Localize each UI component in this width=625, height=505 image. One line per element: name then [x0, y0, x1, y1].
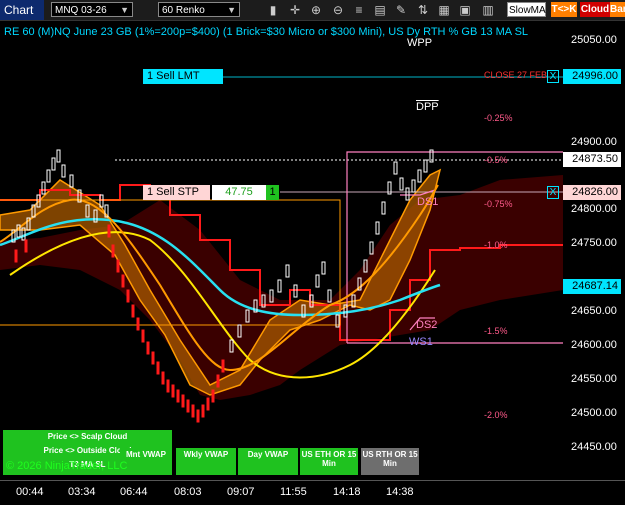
time-tick: 11:55 — [280, 486, 307, 498]
cancel-sell-stp-icon[interactable]: X — [547, 186, 559, 199]
chart-menu-button[interactable]: Chart — [0, 0, 44, 20]
chart-toolbar: Chart MNQ 03-26 ▼ 60 Renko ▼ ▮ ✛ ⊕ ⊖ ≡ ▤ ✎… — [0, 0, 625, 21]
day-vwap-button[interactable]: Day VWAP — [238, 448, 298, 475]
sell-lmt-order-tag[interactable]: 1 Sell LMT — [143, 69, 223, 84]
bars-icon[interactable]: ▮ — [265, 2, 281, 18]
ds1-label: DS1 — [417, 196, 439, 208]
time-tick: 06:44 — [120, 486, 148, 498]
time-tick: 09:07 — [227, 486, 255, 498]
price-tick: 24450.00 — [571, 441, 617, 453]
cancel-sell-lmt-icon[interactable]: X — [547, 70, 559, 83]
trade-icon[interactable]: ⇅ — [415, 2, 431, 18]
price-tick: 24550.00 — [571, 373, 617, 385]
tk-toggle-button[interactable]: T<>K — [551, 2, 577, 17]
copyright-text: © 2026 NinjaTrader, LLC — [6, 460, 128, 472]
timeframe-value: 60 Renko — [162, 5, 205, 16]
sell-stp-price-box: 24826.00 — [563, 185, 621, 200]
price-chart[interactable] — [0, 21, 563, 480]
chart-title: RE 60 (M)NQ June 23 GB (1%=200p=$400) (1… — [4, 26, 529, 38]
pencil-icon[interactable]: ✎ — [393, 2, 409, 18]
pct-label-05: -0.5% — [484, 155, 508, 165]
price-tick: 24750.00 — [571, 237, 617, 249]
cloud-toggle-button[interactable]: Cloud — [580, 2, 610, 17]
pct-label-025: -0.25% — [484, 113, 513, 123]
pct-label-10: -1.0% — [484, 240, 508, 250]
price-tick: 24600.00 — [571, 339, 617, 351]
sell-stp-order-tag[interactable]: 1 Sell STP — [143, 185, 210, 200]
price-tick: 24500.00 — [571, 407, 617, 419]
rth-or-button[interactable]: US RTH OR 15 Min — [361, 448, 419, 475]
last-price-box: 24873.50 — [563, 152, 621, 167]
chevron-down-icon: ▼ — [227, 5, 236, 15]
pct-label-20: -2.0% — [484, 410, 508, 420]
wpp-label: WPP — [407, 37, 433, 49]
zoom-out-icon[interactable]: ⊖ — [330, 2, 346, 18]
sell-lmt-price-box: 24996.00 — [563, 69, 621, 84]
slow-ma-selector[interactable]: SlowMA — [507, 2, 546, 17]
mnt-vwap-button[interactable]: Mnt VWAP — [120, 448, 172, 460]
cyan-ma-price-box: 24687.14 — [563, 279, 621, 294]
price-tick: 24800.00 — [571, 203, 617, 215]
sell-stp-price[interactable]: 47.75 — [212, 185, 266, 200]
pct-label-075: -0.75% — [484, 199, 513, 209]
dpp-label: DPP — [416, 101, 439, 113]
time-tick: 00:44 — [16, 486, 44, 498]
ds2-label: DS2 — [416, 319, 438, 331]
ws1-label: WS1 — [409, 336, 433, 348]
bar-toggle-button[interactable]: Bar — [610, 2, 625, 17]
eth-or-button[interactable]: US ETH OR 15 Min — [300, 448, 358, 475]
pct-label-15: -1.5% — [484, 326, 508, 336]
layout-icon[interactable]: ▦ — [436, 2, 452, 18]
time-tick: 14:38 — [386, 486, 414, 498]
screenshot-icon[interactable]: ▣ — [457, 2, 473, 18]
properties-icon[interactable]: ≡ — [351, 2, 367, 18]
zoom-in-icon[interactable]: ⊕ — [308, 2, 324, 18]
instrument-selector[interactable]: MNQ 03-26 ▼ — [51, 2, 133, 17]
time-tick: 03:34 — [68, 486, 96, 498]
chevron-down-icon: ▼ — [120, 5, 129, 15]
scalp-cloud-button[interactable]: Price <> Scalp Cloud — [3, 430, 172, 444]
price-tick: 25050.00 — [571, 34, 617, 46]
crosshair-icon[interactable]: ✛ — [287, 2, 303, 18]
close-label: CLOSE 27 FEB — [484, 70, 548, 80]
time-tick: 08:03 — [174, 486, 202, 498]
wkly-vwap-button[interactable]: Wkly VWAP — [176, 448, 236, 475]
price-tick: 24650.00 — [571, 305, 617, 317]
timeframe-selector[interactable]: 60 Renko ▼ — [158, 2, 240, 17]
price-tick: 24900.00 — [571, 136, 617, 148]
grid-icon[interactable]: ▥ — [480, 2, 496, 18]
strategy-icon[interactable]: ▤ — [372, 2, 388, 18]
instrument-value: MNQ 03-26 — [55, 5, 107, 16]
sell-stp-quantity[interactable]: 1 — [266, 185, 279, 200]
time-tick: 14:18 — [333, 486, 361, 498]
